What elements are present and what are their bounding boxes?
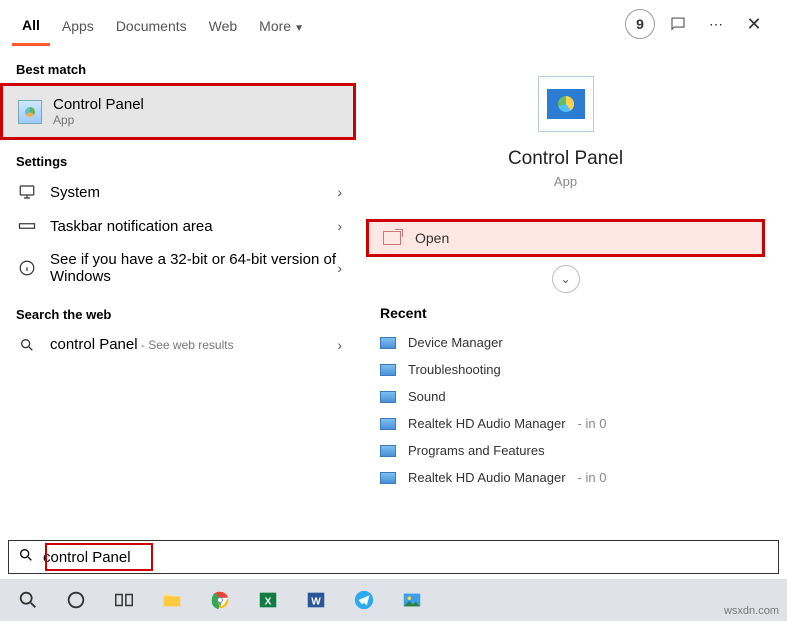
taskbar-explorer-icon[interactable] — [150, 581, 194, 619]
feedback-icon[interactable] — [663, 9, 693, 39]
more-icon[interactable]: ⋯ — [701, 9, 731, 39]
taskbar-telegram-icon[interactable] — [342, 581, 386, 619]
app-icon — [380, 391, 396, 403]
expand-button[interactable]: ⌄ — [552, 265, 580, 293]
search-icon — [9, 547, 43, 567]
taskbar-excel-icon[interactable]: X — [246, 581, 290, 619]
search-tabs: All Apps Documents Web More▼ — [0, 0, 356, 48]
svg-text:W: W — [311, 597, 321, 608]
recent-item[interactable]: Troubleshooting — [356, 356, 775, 383]
taskbar-cortana-icon[interactable] — [54, 581, 98, 619]
chevron-right-icon: › — [337, 184, 342, 200]
taskbar-word-icon[interactable]: W — [294, 581, 338, 619]
app-icon — [380, 337, 396, 349]
search-icon — [14, 337, 40, 353]
recent-item[interactable]: Programs and Features — [356, 437, 775, 464]
tab-all[interactable]: All — [12, 3, 50, 46]
detail-subtitle: App — [356, 174, 775, 189]
control-panel-large-icon — [538, 76, 594, 132]
open-icon — [383, 231, 401, 245]
recent-item[interactable]: Realtek HD Audio Manager - in 0 — [356, 410, 775, 437]
taskbar: X W — [0, 579, 787, 621]
result-title: Control Panel — [53, 96, 339, 113]
app-icon — [380, 445, 396, 457]
search-bar[interactable] — [8, 540, 779, 574]
app-icon — [380, 472, 396, 484]
result-32-64-bit[interactable]: See if you have a 32-bit or 64-bit versi… — [0, 243, 356, 293]
open-action[interactable]: Open — [366, 219, 765, 257]
tab-more[interactable]: More▼ — [249, 4, 314, 44]
watermark: wsxdn.com — [724, 605, 779, 617]
recent-item[interactable]: Sound — [356, 383, 775, 410]
search-input[interactable] — [43, 547, 774, 568]
recent-item[interactable]: Realtek HD Audio Manager - in 0 — [356, 464, 775, 491]
badge-count[interactable]: 9 — [625, 9, 655, 39]
result-web-search[interactable]: control Panel - See web results › — [0, 328, 356, 361]
search-web-header: Search the web — [0, 293, 356, 328]
taskbar-chrome-icon[interactable] — [198, 581, 242, 619]
control-panel-icon — [18, 100, 42, 124]
app-icon — [380, 364, 396, 376]
info-icon — [14, 259, 40, 277]
detail-title: Control Panel — [356, 148, 775, 170]
tab-web[interactable]: Web — [199, 4, 248, 44]
taskbar-icon — [14, 217, 40, 235]
best-match-header: Best match — [0, 48, 356, 83]
svg-text:X: X — [265, 597, 272, 608]
result-system[interactable]: System › — [0, 175, 356, 209]
result-subtitle: App — [53, 113, 339, 127]
result-control-panel[interactable]: Control Panel App — [0, 83, 356, 140]
close-icon[interactable]: ✕ — [739, 9, 769, 39]
chevron-right-icon: › — [337, 218, 342, 234]
tab-documents[interactable]: Documents — [106, 4, 197, 44]
taskbar-search-icon[interactable] — [6, 581, 50, 619]
chevron-right-icon: › — [337, 337, 342, 353]
taskbar-taskview-icon[interactable] — [102, 581, 146, 619]
recent-item[interactable]: Device Manager — [356, 329, 775, 356]
result-taskbar-notification[interactable]: Taskbar notification area › — [0, 209, 356, 243]
recent-header: Recent — [356, 299, 775, 329]
chevron-right-icon: › — [337, 260, 342, 276]
tab-apps[interactable]: Apps — [52, 4, 104, 44]
taskbar-photos-icon[interactable] — [390, 581, 434, 619]
settings-header: Settings — [0, 140, 356, 175]
app-icon — [380, 418, 396, 430]
monitor-icon — [14, 183, 40, 201]
